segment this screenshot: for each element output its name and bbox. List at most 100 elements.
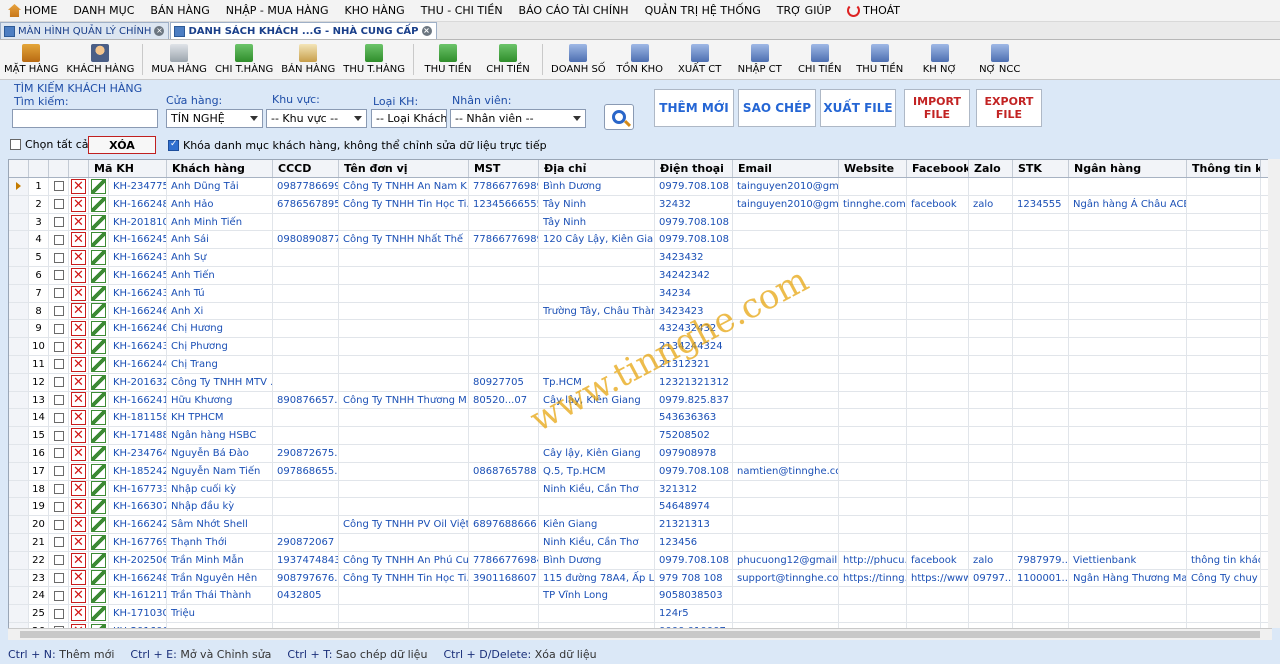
row-checkbox[interactable]	[53, 359, 64, 370]
table-cell[interactable]: 0979.708.108	[655, 462, 733, 480]
delete-icon[interactable]: ✕	[71, 303, 86, 319]
table-cell[interactable]	[1013, 409, 1069, 427]
row-check-cell[interactable]	[49, 373, 69, 391]
table-cell[interactable]: Công Ty TNHH An Phú Cu...	[339, 551, 469, 569]
table-cell[interactable]: Nhập đầu kỳ	[167, 498, 273, 516]
table-row[interactable]: 19 ✕ KH-166307363Nhập đầu kỳ 54648974	[9, 498, 1271, 517]
table-cell[interactable]: zalo	[969, 551, 1013, 569]
edit-icon[interactable]	[91, 196, 106, 212]
edit-icon[interactable]	[91, 214, 106, 230]
row-edit-cell[interactable]	[89, 231, 109, 249]
table-cell[interactable]: KH-166242473	[109, 516, 167, 533]
table-cell[interactable]: Chị Trang	[167, 355, 273, 373]
table-cell[interactable]: KH-166243721	[109, 249, 167, 266]
table-cell[interactable]: 979 708 108	[655, 569, 733, 587]
table-cell[interactable]	[1187, 249, 1261, 266]
row-delete-cell[interactable]: ✕	[69, 480, 89, 498]
table-cell[interactable]	[1013, 533, 1069, 551]
table-cell[interactable]	[1069, 284, 1187, 302]
table-cell[interactable]	[469, 338, 539, 355]
table-cell[interactable]	[733, 302, 839, 320]
table-cell[interactable]	[1069, 231, 1187, 249]
row-edit-cell[interactable]	[89, 587, 109, 605]
table-cell[interactable]: 890876657...	[273, 391, 339, 409]
table-cell[interactable]: 908797676...	[273, 569, 339, 587]
row-selector[interactable]	[9, 355, 29, 373]
delete-icon[interactable]: ✕	[71, 445, 86, 461]
table-cell[interactable]	[733, 266, 839, 284]
row-checkbox[interactable]	[53, 590, 64, 601]
row-selector[interactable]	[9, 373, 29, 391]
edit-icon[interactable]	[91, 410, 106, 426]
table-row[interactable]: 13 ✕ KH-166241797Hữu Khương890876657...Côn…	[9, 391, 1271, 410]
table-cell[interactable]	[839, 480, 907, 498]
row-edit-cell[interactable]	[89, 444, 109, 462]
table-cell[interactable]: Ngân hàng Á Châu ACB	[1069, 195, 1187, 213]
toolbar-button-12[interactable]: TỒN KHO	[610, 40, 670, 79]
row-edit-cell[interactable]	[89, 409, 109, 427]
table-cell[interactable]: Công Ty chuy	[1187, 569, 1261, 587]
toolbar-button-17[interactable]: KH NỢ	[910, 40, 970, 79]
table-cell[interactable]	[273, 480, 339, 498]
table-row[interactable]: 2 ✕ KH-166248715Anh Hảo6786567895Công Ty T…	[9, 195, 1271, 214]
table-row[interactable]: 24 ✕ KH-1612119783Trần Thái Thành0432805 TP…	[9, 587, 1271, 606]
row-check-cell[interactable]	[49, 249, 69, 266]
table-cell[interactable]: Trần Nguyên Hên	[167, 569, 273, 587]
row-selector[interactable]	[9, 338, 29, 355]
table-cell[interactable]: KH-17103023...	[109, 605, 167, 622]
row-edit-cell[interactable]	[89, 213, 109, 231]
table-row[interactable]: 22 ✕ KH-2025061601Trần Minh Mẫn1937474843C…	[9, 551, 1271, 570]
table-cell[interactable]: 12345666555	[469, 195, 539, 213]
row-check-cell[interactable]	[49, 587, 69, 605]
table-cell[interactable]	[469, 498, 539, 516]
table-cell[interactable]	[733, 231, 839, 249]
table-cell[interactable]	[1069, 249, 1187, 266]
table-cell[interactable]	[733, 320, 839, 338]
table-cell[interactable]: http://phucu...	[839, 551, 907, 569]
table-cell[interactable]	[1187, 284, 1261, 302]
table-cell[interactable]: 6786567895	[273, 195, 339, 213]
table-cell[interactable]: Trần Thái Thành	[167, 587, 273, 605]
row-check-cell[interactable]	[49, 266, 69, 284]
row-checkbox[interactable]	[53, 466, 64, 477]
row-check-cell[interactable]	[49, 284, 69, 302]
lock-checkbox[interactable]	[168, 139, 179, 151]
row-edit-cell[interactable]	[89, 266, 109, 284]
table-cell[interactable]	[1013, 284, 1069, 302]
table-cell[interactable]	[539, 249, 655, 266]
table-cell[interactable]: KH-2018102916	[109, 213, 167, 231]
table-cell[interactable]	[339, 427, 469, 444]
table-cell[interactable]	[907, 587, 969, 605]
toolbar-button-11[interactable]: DOANH SỐ	[547, 40, 610, 79]
column-header[interactable]: CCCD	[273, 160, 339, 177]
import-button[interactable]: IMPORT FILE	[904, 89, 970, 127]
table-cell[interactable]	[907, 373, 969, 391]
table-cell[interactable]	[1013, 391, 1069, 409]
table-cell[interactable]: 1234555	[1013, 195, 1069, 213]
menu-item-7[interactable]: QUẢN TRỊ HỆ THỐNG	[637, 0, 769, 22]
table-cell[interactable]	[1069, 302, 1187, 320]
table-cell[interactable]: KH-166248715	[109, 195, 167, 213]
table-cell[interactable]: 120 Cây Lậy, Kiên Giang	[539, 231, 655, 249]
toolbar-button-8[interactable]: THU TIỀN	[418, 40, 478, 79]
table-cell[interactable]	[469, 480, 539, 498]
row-checkbox[interactable]	[53, 608, 64, 619]
row-checkbox[interactable]	[53, 483, 64, 494]
table-cell[interactable]	[469, 213, 539, 231]
edit-icon[interactable]	[91, 499, 106, 515]
delete-icon[interactable]: ✕	[71, 463, 86, 479]
edit-icon[interactable]	[91, 428, 106, 444]
table-cell[interactable]	[1069, 444, 1187, 462]
table-cell[interactable]	[839, 462, 907, 480]
column-header[interactable]: Website	[839, 160, 907, 177]
table-cell[interactable]	[839, 213, 907, 231]
table-cell[interactable]: Nguyễn Bá Đào	[167, 444, 273, 462]
row-edit-cell[interactable]	[89, 462, 109, 480]
table-cell[interactable]	[273, 284, 339, 302]
row-check-cell[interactable]	[49, 178, 69, 195]
row-check-cell[interactable]	[49, 231, 69, 249]
table-cell[interactable]	[1187, 231, 1261, 249]
row-checkbox[interactable]	[53, 519, 64, 530]
table-cell[interactable]	[1187, 355, 1261, 373]
table-cell[interactable]	[1069, 391, 1187, 409]
